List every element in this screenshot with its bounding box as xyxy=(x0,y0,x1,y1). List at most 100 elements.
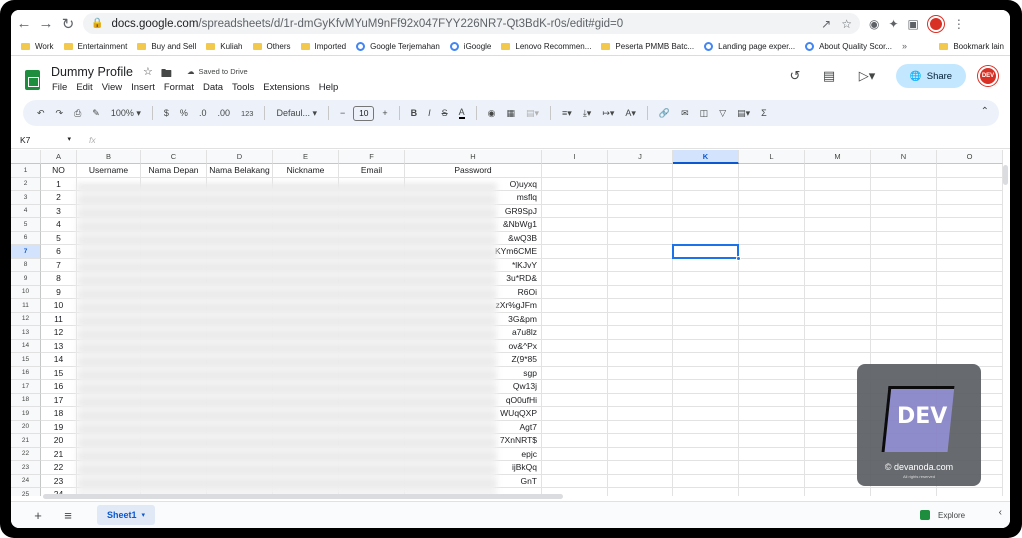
column-title[interactable]: Username xyxy=(77,164,141,178)
merge-cells-icon[interactable]: ▤▾ xyxy=(526,108,539,119)
menu-extensions[interactable]: Extensions xyxy=(263,82,309,93)
cell[interactable] xyxy=(937,191,1003,205)
column-header-n[interactable]: N xyxy=(871,150,937,164)
bookmark-work[interactable]: Work xyxy=(21,42,54,51)
chevron-up-icon[interactable]: ⌃ xyxy=(981,106,989,117)
filter-icon[interactable]: ▽ xyxy=(719,108,726,119)
name-box[interactable]: K7 ▾ xyxy=(11,135,77,145)
cell[interactable] xyxy=(739,285,805,299)
cell[interactable] xyxy=(673,339,739,353)
horizontal-align-icon[interactable]: ≡▾ xyxy=(562,108,572,119)
row-number-cell[interactable]: 3 xyxy=(41,204,77,218)
row-number-cell[interactable]: 21 xyxy=(41,447,77,461)
row-header[interactable]: 5 xyxy=(11,218,41,232)
row-number-cell[interactable]: 6 xyxy=(41,245,77,259)
bookmark-igoogle[interactable]: iGoogle xyxy=(449,41,491,51)
cell[interactable] xyxy=(673,272,739,286)
bookmark-star-icon[interactable]: ☆ xyxy=(841,17,852,31)
cell[interactable] xyxy=(805,285,871,299)
cell[interactable] xyxy=(739,312,805,326)
cell[interactable] xyxy=(673,231,739,245)
cell[interactable] xyxy=(673,191,739,205)
cell[interactable] xyxy=(739,218,805,232)
row-number-cell[interactable]: 8 xyxy=(41,272,77,286)
cell[interactable] xyxy=(608,191,673,205)
cell[interactable] xyxy=(673,488,739,496)
vertical-scrollbar[interactable] xyxy=(1003,165,1008,185)
column-header-i[interactable]: I xyxy=(542,150,608,164)
cell[interactable] xyxy=(608,231,673,245)
cell[interactable] xyxy=(937,218,1003,232)
cell[interactable] xyxy=(608,326,673,340)
cell[interactable] xyxy=(673,312,739,326)
menu-format[interactable]: Format xyxy=(164,82,194,93)
cell[interactable] xyxy=(542,312,608,326)
row-header[interactable]: 10 xyxy=(11,285,41,299)
row-header[interactable]: 4 xyxy=(11,204,41,218)
cell[interactable] xyxy=(673,285,739,299)
vertical-align-icon[interactable]: ⤓▾ xyxy=(583,108,592,119)
bookmark-quality-score[interactable]: About Quality Scor... xyxy=(805,41,892,51)
cell[interactable] xyxy=(542,380,608,394)
redo-icon[interactable]: ↷ xyxy=(56,108,64,119)
column-title[interactable]: Email xyxy=(339,164,405,178)
cell[interactable] xyxy=(937,204,1003,218)
row-header[interactable]: 15 xyxy=(11,353,41,367)
cell[interactable] xyxy=(739,366,805,380)
row-number-cell[interactable]: 18 xyxy=(41,407,77,421)
cell[interactable] xyxy=(805,272,871,286)
bookmark-buy-and-sell[interactable]: Buy and Sell xyxy=(137,42,196,51)
bookmark-peserta-pmmb[interactable]: Peserta PMMB Batc... xyxy=(601,42,694,51)
bookmark-kuliah[interactable]: Kuliah xyxy=(206,42,243,51)
sidepanel-icon[interactable]: ▣ xyxy=(908,17,919,31)
cell[interactable] xyxy=(673,407,739,421)
font-size-decrease-button[interactable]: − xyxy=(340,108,345,118)
cell[interactable] xyxy=(542,353,608,367)
row-header[interactable]: 21 xyxy=(11,434,41,448)
cell[interactable] xyxy=(608,488,673,496)
browser-menu-icon[interactable]: ⋮ xyxy=(953,17,965,31)
cell[interactable] xyxy=(542,407,608,421)
row-number-cell[interactable]: 22 xyxy=(41,461,77,475)
row-header[interactable]: 9 xyxy=(11,272,41,286)
cell[interactable] xyxy=(542,366,608,380)
cell[interactable] xyxy=(608,218,673,232)
column-header-h[interactable]: H xyxy=(405,150,542,164)
column-title[interactable]: Nickname xyxy=(273,164,339,178)
strikethrough-button[interactable]: S xyxy=(442,108,448,118)
cell[interactable] xyxy=(805,258,871,272)
cell[interactable] xyxy=(871,488,937,496)
cell[interactable] xyxy=(739,474,805,488)
insert-link-icon[interactable]: 🔗 xyxy=(659,108,670,119)
column-header-b[interactable]: B xyxy=(77,150,141,164)
row-number-cell[interactable]: 10 xyxy=(41,299,77,313)
text-color-button[interactable]: A xyxy=(458,107,465,119)
spreadsheet-grid[interactable]: A B C D E F H I J K L M N O 1 NO Username Nama Depan Nama … xyxy=(11,150,1004,496)
cell[interactable] xyxy=(542,285,608,299)
column-header-m[interactable]: M xyxy=(805,150,871,164)
insert-comment-icon[interactable]: ✉ xyxy=(681,108,689,119)
row-number-cell[interactable]: 16 xyxy=(41,380,77,394)
font-size-increase-button[interactable]: + xyxy=(382,108,387,118)
cell[interactable] xyxy=(673,258,739,272)
cell[interactable] xyxy=(739,380,805,394)
cell[interactable] xyxy=(871,164,937,178)
cell[interactable] xyxy=(673,299,739,313)
column-header-c[interactable]: C xyxy=(141,150,207,164)
cell[interactable] xyxy=(805,299,871,313)
camera-icon[interactable]: ◉ xyxy=(869,17,879,31)
column-header-k[interactable]: K xyxy=(673,150,739,164)
cell[interactable] xyxy=(673,177,739,191)
menu-view[interactable]: View xyxy=(102,82,122,93)
column-header-o[interactable]: O xyxy=(937,150,1003,164)
zoom-select[interactable]: 100% ▾ xyxy=(111,108,141,119)
cell[interactable] xyxy=(739,204,805,218)
row-header[interactable]: 2 xyxy=(11,177,41,191)
history-icon[interactable]: ↺ xyxy=(786,68,804,84)
cell[interactable] xyxy=(871,285,937,299)
cell[interactable] xyxy=(871,326,937,340)
bookmark-entertainment[interactable]: Entertainment xyxy=(63,42,127,51)
cell[interactable] xyxy=(608,434,673,448)
cell[interactable] xyxy=(739,434,805,448)
cell[interactable] xyxy=(673,393,739,407)
